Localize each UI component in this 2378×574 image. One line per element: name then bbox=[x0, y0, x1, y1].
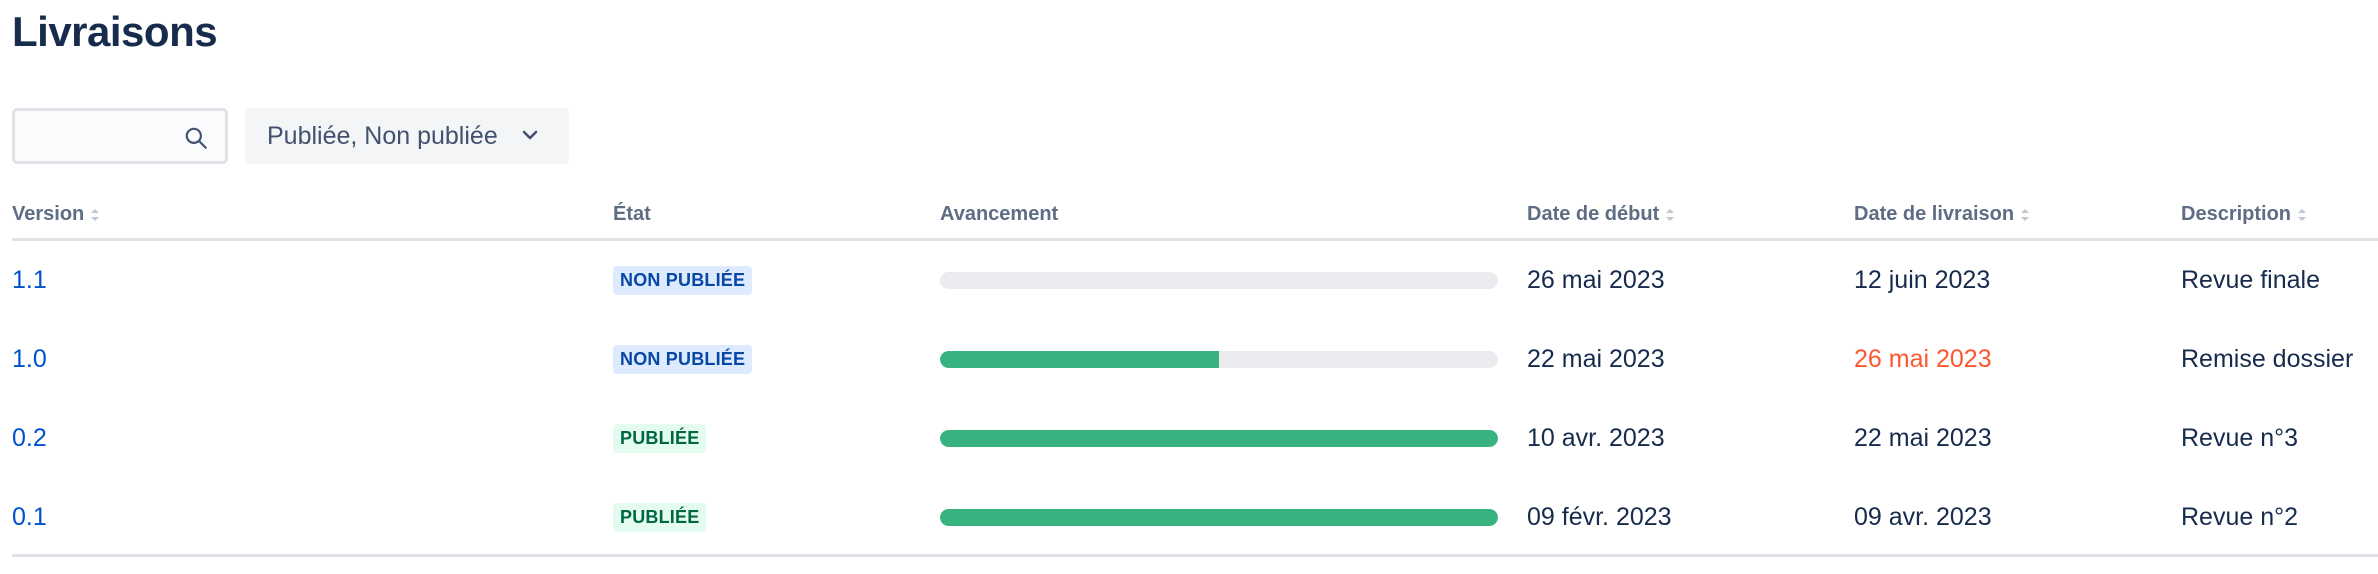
description: Remise dossier bbox=[2181, 345, 2354, 373]
page-title: Livraisons bbox=[12, 8, 218, 55]
description: Revue n°2 bbox=[2181, 503, 2299, 531]
column-header-label: Description bbox=[2181, 203, 2292, 225]
progress-bar-fill bbox=[940, 430, 1498, 447]
start-date: 09 févr. 2023 bbox=[1527, 503, 1672, 531]
start-date: 26 mai 2023 bbox=[1527, 266, 1665, 294]
column-header-label: État bbox=[613, 203, 651, 225]
table-row: 0.1 PUBLIÉE 09 févr. 2023 09 avr. 2023 R… bbox=[12, 478, 2378, 557]
version-link[interactable]: 0.1 bbox=[12, 503, 47, 532]
progress-bar bbox=[940, 509, 1498, 526]
search-input[interactable] bbox=[25, 121, 185, 151]
description: Revue finale bbox=[2181, 266, 2320, 294]
description: Revue n°3 bbox=[2181, 424, 2299, 452]
column-header-release-date[interactable]: Date de livraison bbox=[1854, 203, 2030, 226]
release-date: 09 avr. 2023 bbox=[1854, 503, 1992, 531]
status-badge: PUBLIÉE bbox=[613, 424, 707, 453]
start-date: 22 mai 2023 bbox=[1527, 345, 1665, 373]
release-date: 22 mai 2023 bbox=[1854, 424, 1992, 452]
column-header-progress: Avancement bbox=[940, 203, 1058, 226]
column-header-label: Date de début bbox=[1527, 203, 1660, 225]
column-header-label: Avancement bbox=[940, 203, 1059, 225]
version-link[interactable]: 0.2 bbox=[12, 424, 47, 453]
status-filter-dropdown[interactable]: Publiée, Non publiée bbox=[245, 108, 569, 164]
search-icon bbox=[185, 127, 207, 149]
column-header-version[interactable]: Version bbox=[12, 203, 100, 226]
release-date: 12 juin 2023 bbox=[1854, 266, 1991, 294]
table-row: 0.2 PUBLIÉE 10 avr. 2023 22 mai 2023 Rev… bbox=[12, 399, 2378, 478]
sort-icon bbox=[2021, 208, 2030, 221]
progress-bar-fill bbox=[940, 351, 1219, 368]
progress-bar-fill bbox=[940, 509, 1498, 526]
progress-bar bbox=[940, 272, 1498, 289]
status-badge: PUBLIÉE bbox=[613, 503, 707, 532]
table-body: 1.1 NON PUBLIÉE 26 mai 2023 12 juin 2023… bbox=[12, 241, 2378, 557]
start-date: 10 avr. 2023 bbox=[1527, 424, 1665, 452]
status-badge: NON PUBLIÉE bbox=[613, 266, 753, 295]
status-filter-label: Publiée, Non publiée bbox=[267, 121, 498, 150]
release-date: 26 mai 2023 bbox=[1854, 345, 1992, 373]
table-header: Version État Avancement Date de début Da… bbox=[12, 196, 2378, 241]
column-header-state: État bbox=[613, 203, 651, 226]
search-box[interactable] bbox=[12, 108, 228, 164]
sort-icon bbox=[2298, 208, 2307, 221]
column-header-start-date[interactable]: Date de début bbox=[1527, 203, 1675, 226]
versions-table: Version État Avancement Date de début Da… bbox=[12, 196, 2378, 557]
sort-icon bbox=[91, 208, 100, 221]
table-row: 1.0 NON PUBLIÉE 22 mai 2023 26 mai 2023 … bbox=[12, 320, 2378, 399]
version-link[interactable]: 1.0 bbox=[12, 345, 47, 374]
column-header-label: Version bbox=[12, 203, 85, 225]
chevron-down-icon bbox=[522, 130, 538, 140]
sort-icon bbox=[1666, 208, 1675, 221]
column-header-description[interactable]: Description bbox=[2181, 203, 2307, 226]
progress-bar bbox=[940, 351, 1498, 368]
column-header-label: Date de livraison bbox=[1854, 203, 2015, 225]
progress-bar bbox=[940, 430, 1498, 447]
table-row: 1.1 NON PUBLIÉE 26 mai 2023 12 juin 2023… bbox=[12, 241, 2378, 320]
version-link[interactable]: 1.1 bbox=[12, 266, 47, 295]
status-badge: NON PUBLIÉE bbox=[613, 345, 753, 374]
